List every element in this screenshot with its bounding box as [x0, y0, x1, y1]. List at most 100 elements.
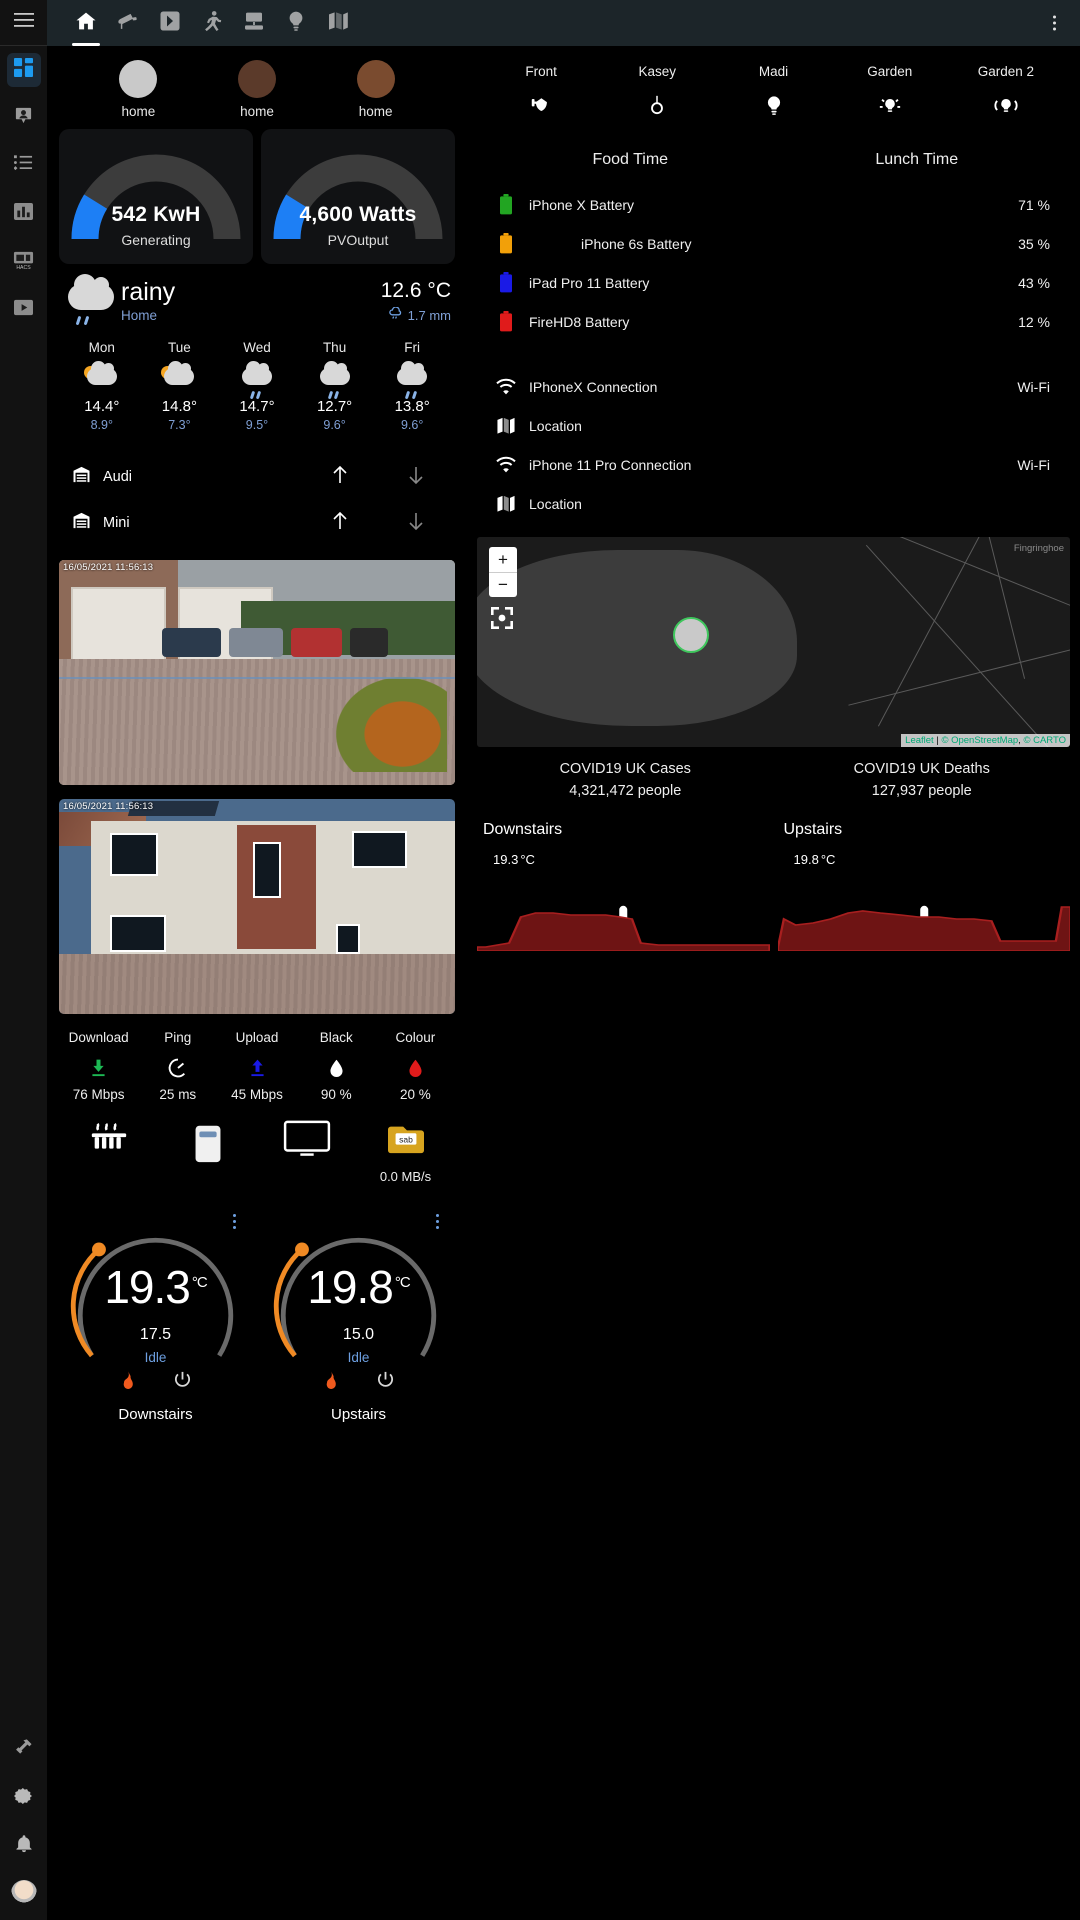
gauge-card-generating[interactable]: 542 KwH Generating — [59, 129, 253, 264]
speedtest-download[interactable]: Download 76 Mbps — [59, 1030, 138, 1102]
entity-name: iPhone 6s Battery — [581, 235, 692, 252]
person-card[interactable]: home — [326, 60, 426, 119]
covid-cases[interactable]: COVID19 UK Cases 4,321,472 people — [477, 761, 774, 799]
sidebar-item-media-browser[interactable] — [7, 293, 41, 327]
tab-home[interactable] — [65, 0, 107, 46]
sidebar-item-history[interactable] — [7, 197, 41, 231]
wifi-icon — [483, 456, 529, 474]
meal-food-time[interactable]: Food Time — [487, 151, 774, 169]
map-recenter-button[interactable] — [489, 605, 515, 631]
sidebar-item-developer-tools[interactable] — [7, 1733, 41, 1767]
forecast-day-name: Wed — [243, 340, 271, 355]
speedtest-colour-ink[interactable]: Colour 20 % — [376, 1030, 455, 1102]
entity-name: iPhone X Battery — [529, 196, 635, 213]
camera-driveway[interactable]: 16/05/2021 11:56:13 — [59, 560, 455, 785]
flame-icon[interactable] — [322, 1370, 340, 1395]
flame-icon[interactable] — [119, 1370, 137, 1395]
map-zoom-in-button[interactable]: + — [489, 547, 517, 572]
forecast-high: 14.4° — [84, 398, 120, 415]
arrow-down-icon[interactable] — [407, 465, 425, 490]
device-sabnzbd[interactable]: sab 0.0 MB/s — [356, 1120, 455, 1184]
gauge-label: Generating — [121, 232, 191, 248]
entity-row[interactable]: iPad Pro 11 Battery 43 % — [483, 263, 1064, 302]
meal-lunch-time[interactable]: Lunch Time — [774, 151, 1061, 169]
climate-upstairs[interactable]: 19.8 °C 15.0 Idle Upstairs — [262, 1208, 455, 1423]
tab-lights[interactable] — [275, 0, 317, 46]
entity-row[interactable]: FireHD8 Battery 12 % — [483, 302, 1064, 341]
more-options-icon[interactable] — [436, 1214, 439, 1229]
overflow-menu-button[interactable] — [1044, 15, 1064, 31]
device-television[interactable] — [257, 1120, 356, 1173]
arrow-up-icon[interactable] — [331, 465, 349, 490]
entity-row[interactable]: iPhone X Battery 71 % — [483, 185, 1064, 224]
avatar — [119, 60, 158, 98]
speedtest-value: 76 Mbps — [72, 1087, 125, 1102]
light-madi[interactable]: Madi — [715, 64, 831, 119]
entity-row[interactable]: Location — [483, 484, 1064, 523]
sidebar-menu-button[interactable] — [0, 0, 47, 46]
light-front[interactable]: Front — [483, 64, 599, 119]
sidebar-item-notifications[interactable] — [7, 1829, 41, 1863]
forecast-day: Mon 14.4° 8.9° — [63, 340, 141, 432]
osm-link[interactable]: © OpenStreetMap — [941, 735, 1018, 746]
carto-link[interactable]: © CARTO — [1023, 735, 1066, 746]
covid-value: 4,321,472 people — [569, 783, 682, 799]
forecast-low: 9.6° — [323, 418, 346, 432]
covid-deaths[interactable]: COVID19 UK Deaths 127,937 people — [774, 761, 1071, 799]
temp-chart-upstairs[interactable]: Upstairs 19.8 °C — [777, 821, 1070, 951]
sidebar-item-overview[interactable] — [6, 53, 41, 87]
light-garden[interactable]: Garden — [832, 64, 948, 119]
tab-cameras[interactable] — [107, 0, 149, 46]
forecast-day: Fri 13.8° 9.6° — [373, 340, 451, 432]
entity-row[interactable]: Location — [483, 406, 1064, 445]
person-card[interactable]: home — [88, 60, 188, 119]
temp-chart-downstairs[interactable]: Downstairs 19.3 °C — [477, 821, 770, 951]
camera-front-house[interactable]: 16/05/2021 11:56:13 — [59, 799, 455, 1014]
sidebar-item-logbook[interactable] — [7, 149, 41, 183]
tab-motion[interactable] — [191, 0, 233, 46]
meal-buttons: Food Time Lunch Time — [477, 119, 1070, 169]
camera-timestamp: 16/05/2021 11:56:13 — [63, 801, 154, 812]
light-garden-2[interactable]: Garden 2 — [948, 64, 1064, 119]
tab-map[interactable] — [317, 0, 359, 46]
arrow-down-icon[interactable] — [407, 511, 425, 536]
map-person-marker[interactable] — [673, 617, 709, 653]
device-air-purifier[interactable] — [158, 1120, 257, 1179]
speedtest-ping[interactable]: Ping 25 ms — [138, 1030, 217, 1102]
power-icon[interactable] — [376, 1370, 395, 1395]
map-card[interactable]: Fingringhoe + − Leaflet | © OpenStreetMa… — [477, 537, 1070, 747]
light-name: Garden — [867, 64, 913, 79]
light-kasey[interactable]: Kasey — [599, 64, 715, 119]
sidebar-item-people[interactable] — [7, 101, 41, 135]
map-zoom-out-button[interactable]: − — [489, 572, 517, 597]
rain-cloud-small-icon — [388, 306, 403, 323]
speedtest-upload[interactable]: Upload 45 Mbps — [217, 1030, 296, 1102]
tab-media[interactable] — [149, 0, 191, 46]
sidebar-item-settings[interactable] — [7, 1781, 41, 1815]
tab-network[interactable] — [233, 0, 275, 46]
sabnzbd-icon: sab — [385, 1126, 427, 1160]
power-icon[interactable] — [173, 1370, 192, 1395]
speedtest-black-ink[interactable]: Black 90 % — [297, 1030, 376, 1102]
weather-card[interactable]: rainy Home 12.6 °C 1.7 mm Mon 14.4° 8.9°… — [59, 264, 455, 432]
sidebar-user-avatar[interactable] — [10, 1880, 37, 1906]
kebab-dot — [1052, 27, 1056, 31]
forecast-high: 14.8° — [161, 398, 197, 415]
climate-downstairs[interactable]: 19.3 °C 17.5 Idle Downstairs — [59, 1208, 252, 1423]
kebab-dot — [1052, 21, 1056, 25]
entity-row[interactable]: IPhoneX Connection Wi-Fi — [483, 367, 1064, 406]
speedtest-label: Colour — [395, 1030, 436, 1045]
more-options-icon[interactable] — [233, 1214, 236, 1229]
person-card[interactable]: home — [207, 60, 307, 119]
chevron-right-box-icon — [159, 10, 181, 37]
garden-light-icon — [832, 93, 948, 119]
gauge-card-pvoutput[interactable]: 4,600 Watts PVOutput — [261, 129, 455, 264]
arrow-up-icon[interactable] — [331, 511, 349, 536]
entity-row[interactable]: iPhone 11 Pro Connection Wi-Fi — [483, 445, 1064, 484]
device-heater[interactable] — [59, 1120, 158, 1175]
climate-target: 17.5 — [139, 1326, 172, 1343]
entity-row[interactable]: iPhone 6s Battery 35 % — [483, 224, 1064, 263]
garage-name: Mini — [103, 515, 130, 531]
sidebar-item-hacs[interactable]: HACS — [7, 245, 41, 279]
leaflet-link[interactable]: Leaflet — [905, 735, 934, 746]
